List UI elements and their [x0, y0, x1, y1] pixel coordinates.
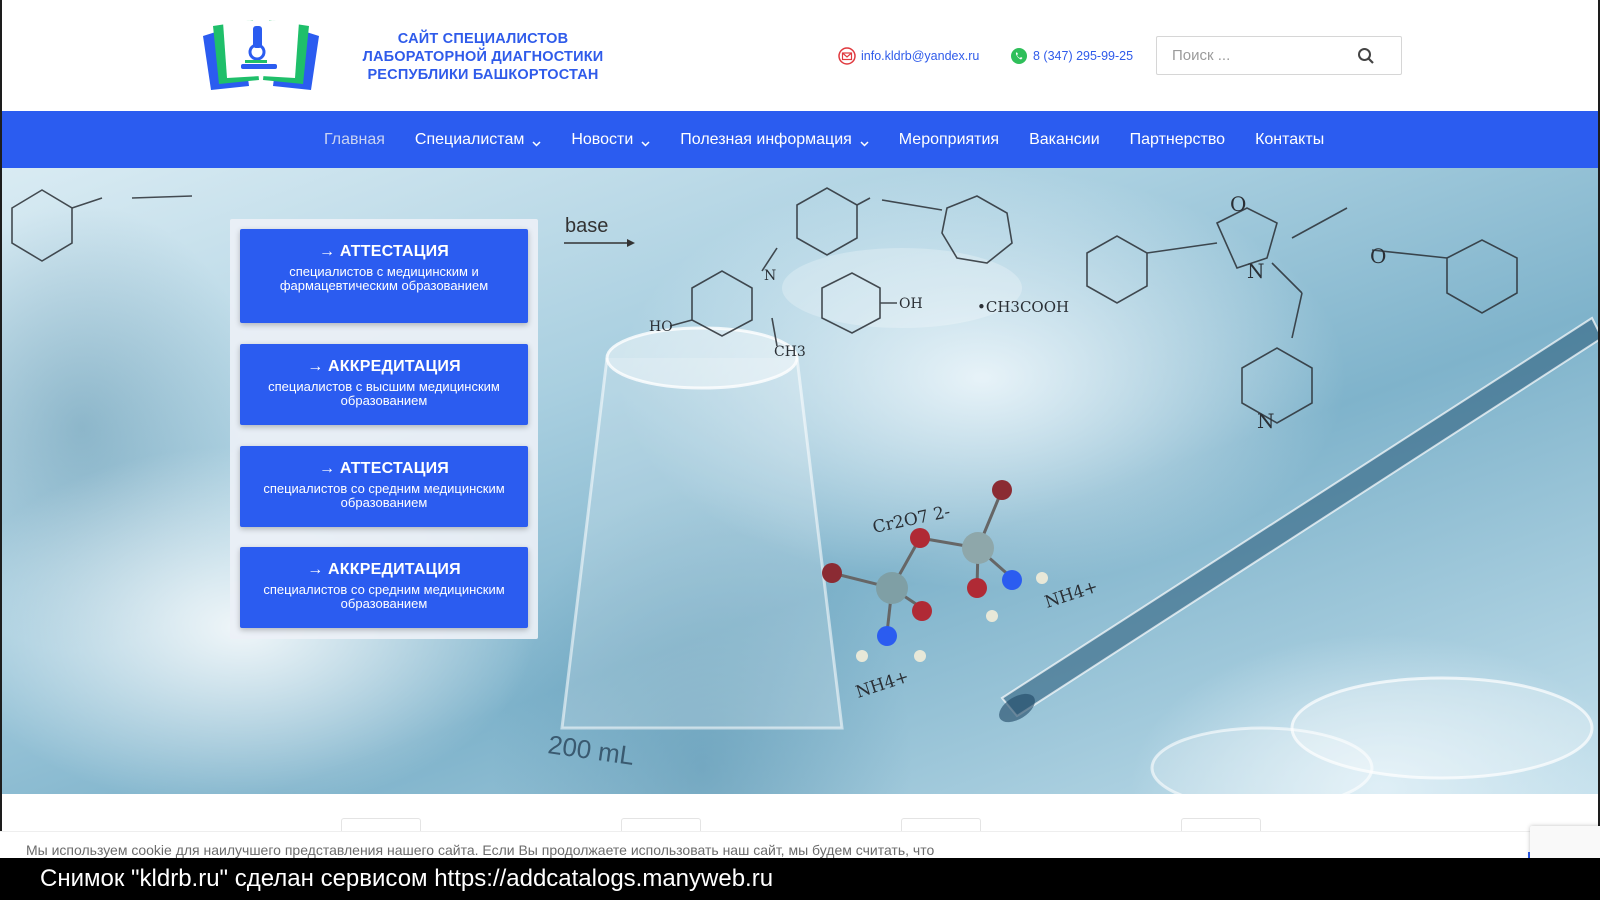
- nav-item-useful-info[interactable]: Полезная информация: [680, 131, 869, 149]
- search-icon[interactable]: [1357, 47, 1375, 65]
- microscope-book-logo-icon: [203, 20, 319, 90]
- accreditation-higher-button[interactable]: → АККРЕДИТАЦИЯ специалистов с высшим мед…: [240, 344, 528, 425]
- nav-item-news[interactable]: Новости: [571, 131, 650, 149]
- chem-label: Cr2O7 2-: [871, 502, 952, 538]
- chevron-down-icon: [860, 135, 869, 147]
- nav-item-label: Вакансии: [1029, 130, 1100, 148]
- certification-secondary-button[interactable]: → АТТЕСТАЦИЯ специалистов со средним мед…: [240, 446, 528, 527]
- certification-pharma-button[interactable]: → АТТЕСТАЦИЯ специалистов с медицинским …: [240, 229, 528, 323]
- cookie-text: Мы используем cookie для наилучшего пред…: [26, 842, 935, 858]
- chem-label: OH: [899, 296, 923, 312]
- chem-label: NH4+: [853, 667, 911, 703]
- nav-item-events[interactable]: Мероприятия: [899, 131, 999, 149]
- chem-label: 200 mL: [546, 729, 636, 771]
- phone-contact[interactable]: 8 (347) 295-99-25: [1010, 47, 1133, 65]
- nav-item-label: Мероприятия: [898, 130, 1000, 148]
- email-link[interactable]: info.kldrb@yandex.ru: [861, 49, 979, 63]
- site-header: САЙТ СПЕЦИАЛИСТОВ ЛАБОРАТОРНОЙ ДИАГНОСТИ…: [0, 0, 1600, 111]
- chem-label: HO: [649, 319, 673, 335]
- card-subtitle: специалистов с медицинским и фармацевтич…: [279, 264, 489, 293]
- envelope-icon: [838, 47, 856, 65]
- card-title: → АТТЕСТАЦИЯ: [319, 243, 449, 260]
- nav-item-vacancies[interactable]: Вакансии: [1029, 131, 1100, 149]
- chem-label: N: [764, 268, 776, 284]
- quick-links-panel: → АТТЕСТАЦИЯ специалистов с медицинским …: [230, 219, 538, 639]
- chem-label: O: [1370, 244, 1386, 268]
- chem-label: CH3: [774, 344, 806, 360]
- whatsapp-phone-icon: [1010, 47, 1028, 65]
- chem-label: N: [1257, 409, 1275, 433]
- chevron-down-icon: [532, 135, 541, 147]
- site-title-line-3: РЕСПУБЛИКИ БАШКОРТОСТАН: [367, 67, 599, 83]
- nav-item-label: Новости: [571, 130, 634, 148]
- chem-label: NH4+: [1042, 577, 1100, 613]
- chevron-down-icon: [641, 135, 650, 147]
- nav-item-home[interactable]: Главная: [324, 131, 385, 149]
- accreditation-secondary-button[interactable]: → АККРЕДИТАЦИЯ специалистов со средним м…: [240, 547, 528, 628]
- screenshot-watermark: Снимок "kldrb.ru" сделан сервисом https:…: [0, 858, 1600, 900]
- search-box: [1156, 36, 1402, 75]
- site-title-line-2: ЛАБОРАТОРНОЙ ДИАГНОСТИКИ: [362, 49, 604, 65]
- site-logo[interactable]: [201, 18, 321, 92]
- search-input[interactable]: [1157, 37, 1357, 74]
- phone-link[interactable]: 8 (347) 295-99-25: [1033, 49, 1133, 63]
- nav-item-partnership[interactable]: Партнерство: [1130, 131, 1225, 149]
- nav-item-specialists[interactable]: Специалистам: [415, 131, 541, 149]
- chem-label: •CH3COOH: [977, 298, 1069, 316]
- site-title-line-1: САЙТ СПЕЦИАЛИСТОВ: [397, 31, 569, 47]
- page: САЙТ СПЕЦИАЛИСТОВ ЛАБОРАТОРНОЙ ДИАГНОСТИ…: [0, 0, 1600, 900]
- nav-item-label: Партнерство: [1129, 130, 1226, 148]
- nav-item-label: Контакты: [1255, 130, 1325, 148]
- card-subtitle: специалистов со средним медицинским обра…: [263, 582, 505, 611]
- nav-item-label: Главная: [324, 130, 385, 148]
- site-title[interactable]: САЙТ СПЕЦИАЛИСТОВ ЛАБОРАТОРНОЙ ДИАГНОСТИ…: [348, 30, 618, 84]
- chem-label: O: [1230, 192, 1246, 216]
- card-subtitle: специалистов с высшим медицинским образо…: [268, 379, 500, 408]
- nav-item-label: Специалистам: [414, 130, 525, 148]
- chem-label: base: [565, 215, 608, 237]
- card-title: → АККРЕДИТАЦИЯ: [307, 358, 461, 375]
- nav-item-label: Полезная информация: [680, 130, 852, 148]
- card-title: → АККРЕДИТАЦИЯ: [307, 561, 461, 578]
- card-subtitle: специалистов со средним медицинским обра…: [263, 481, 505, 510]
- nav-item-contacts[interactable]: Контакты: [1255, 131, 1324, 149]
- card-title: → АТТЕСТАЦИЯ: [319, 460, 449, 477]
- cookie-notice: Мы используем cookie для наилучшего пред…: [0, 831, 1600, 859]
- main-navigation: Главная Специалистам Новости Полезная ин…: [0, 111, 1600, 168]
- email-contact[interactable]: info.kldrb@yandex.ru: [838, 47, 979, 65]
- chem-label: N: [1247, 259, 1265, 283]
